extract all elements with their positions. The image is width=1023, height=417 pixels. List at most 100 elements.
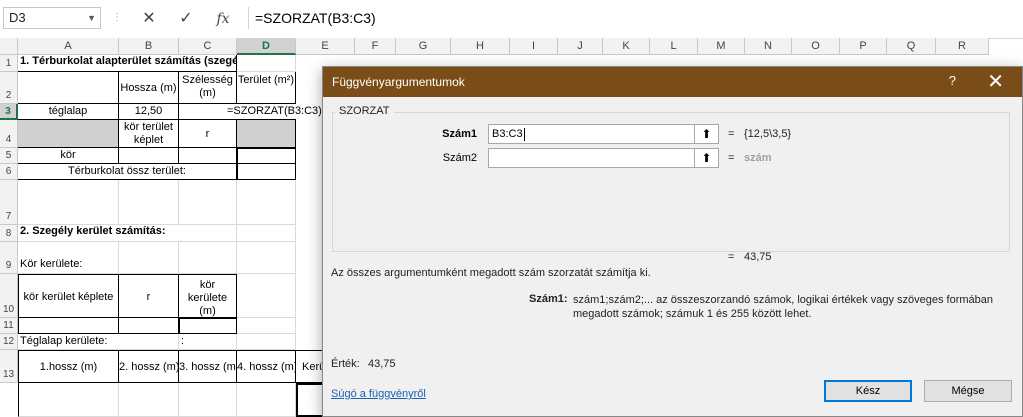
cell-a2[interactable] <box>18 72 119 104</box>
column-header-g[interactable]: G <box>396 38 451 55</box>
row-header-6[interactable]: 6 <box>0 164 18 180</box>
column-header-q[interactable]: Q <box>887 38 936 55</box>
cell-b2[interactable]: Hossza (m) <box>119 72 179 104</box>
cell-d9[interactable] <box>237 242 296 274</box>
row-header-3[interactable]: 3 <box>0 104 18 120</box>
cell-d1[interactable] <box>237 55 296 72</box>
cell-b4[interactable]: kör terület képlet <box>119 120 179 148</box>
cell-a9[interactable]: Kör kerülete: <box>18 242 119 274</box>
cell-c12[interactable]: : <box>179 334 237 350</box>
cell-c14[interactable] <box>179 383 237 417</box>
row-header-9[interactable]: 9 <box>0 242 18 274</box>
cell-a4[interactable] <box>18 120 119 148</box>
insert-function-icon[interactable]: fx <box>210 8 236 30</box>
cell-d2[interactable]: Terület (m²) <box>237 72 296 104</box>
arg1-collapse-icon[interactable]: ⬆ <box>695 124 719 144</box>
column-header-d[interactable]: D <box>237 38 296 55</box>
cell-d7[interactable] <box>237 180 296 225</box>
column-header-a[interactable]: A <box>18 38 119 55</box>
cell-d6[interactable] <box>237 164 296 180</box>
arg1-input[interactable]: B3:C3 <box>488 124 695 144</box>
cell-a8[interactable]: 2. Szegély kerület számítás: <box>18 225 237 242</box>
cell-c13[interactable]: 3. hossz (m) <box>179 350 237 383</box>
cell-c2[interactable]: Szélesség (m) <box>179 72 237 104</box>
column-header-e[interactable]: E <box>296 38 355 55</box>
cell-a13[interactable]: 1.hossz (m) <box>18 350 119 383</box>
cell-d4[interactable] <box>237 120 296 148</box>
cell-a7[interactable] <box>18 180 119 225</box>
cancel-icon[interactable]: ✕ <box>136 8 162 30</box>
cell-c5[interactable] <box>179 148 237 164</box>
enter-icon[interactable]: ✓ <box>173 8 199 30</box>
help-link[interactable]: Súgó a függvényről <box>331 388 426 400</box>
column-header-b[interactable]: B <box>119 38 179 55</box>
cell-b7[interactable] <box>119 180 179 225</box>
column-header-l[interactable]: L <box>650 38 698 55</box>
select-all-corner[interactable] <box>0 38 18 55</box>
cell-b10[interactable]: r <box>119 274 179 318</box>
formula-result: 43,75 <box>744 251 772 263</box>
cell-b11[interactable] <box>119 318 179 334</box>
column-header-k[interactable]: K <box>603 38 650 55</box>
column-header-n[interactable]: N <box>745 38 792 55</box>
cell-d8[interactable] <box>237 225 296 242</box>
cell-a12[interactable]: Téglalap kerülete: <box>18 334 179 350</box>
cell-b5[interactable] <box>119 148 179 164</box>
cell-a11[interactable] <box>18 318 119 334</box>
column-header-c[interactable]: C <box>179 38 237 55</box>
row-header-7[interactable]: 7 <box>0 180 18 225</box>
help-icon[interactable]: ? <box>949 73 956 88</box>
cell-a3[interactable]: téglalap <box>18 104 119 120</box>
row-header-4[interactable]: 4 <box>0 120 18 148</box>
cell-d14[interactable] <box>237 383 296 417</box>
cell-b13[interactable]: 2. hossz (m) <box>119 350 179 383</box>
column-header-j[interactable]: J <box>558 38 603 55</box>
column-header-r[interactable]: R <box>936 38 989 55</box>
row-header-2[interactable]: 2 <box>0 72 18 104</box>
cell-d10[interactable] <box>237 274 296 318</box>
cell-d3-formula: =SZORZAT(B3:C3) <box>227 104 322 119</box>
cell-a14[interactable] <box>18 383 119 417</box>
cell-d12[interactable] <box>237 334 296 350</box>
formula-input[interactable]: =SZORZAT(B3:C3) <box>248 7 1023 29</box>
row-header-8[interactable]: 8 <box>0 225 18 242</box>
row-header-13[interactable]: 13 <box>0 350 18 383</box>
name-box[interactable]: D3 ▼ <box>3 7 101 29</box>
row-header-5[interactable]: 5 <box>0 148 18 164</box>
column-header-i[interactable]: I <box>510 38 558 55</box>
cell-b9[interactable] <box>119 242 179 274</box>
cell-c11[interactable] <box>179 318 237 334</box>
cell-a5[interactable]: kör <box>18 148 119 164</box>
cell-d13[interactable]: 4. hossz (m) <box>237 350 296 383</box>
cancel-button[interactable]: Mégse <box>924 380 1012 402</box>
cell-b3[interactable]: 12,50 <box>119 104 179 120</box>
cell-c9[interactable] <box>179 242 237 274</box>
cell-b14[interactable] <box>119 383 179 417</box>
column-header-o[interactable]: O <box>792 38 840 55</box>
cell-a1[interactable]: 1. Térburkolat alapterület számítás (sze… <box>18 55 237 72</box>
value-result: 43,75 <box>368 358 396 370</box>
cell-d11[interactable] <box>237 318 296 334</box>
arg1-result: {12,5\3,5} <box>744 128 792 140</box>
dialog-titlebar[interactable]: Függvényargumentumok ? ✕ <box>323 67 1022 97</box>
row-header-1[interactable]: 1 <box>0 55 18 72</box>
column-header-p[interactable]: P <box>840 38 887 55</box>
cell-a6[interactable]: Térburkolat össz terület: <box>18 164 237 180</box>
arg2-collapse-icon[interactable]: ⬆ <box>695 148 719 168</box>
column-header-m[interactable]: M <box>698 38 745 55</box>
row-header-11[interactable]: 11 <box>0 318 18 334</box>
cell-c10[interactable]: kör kerülete (m) <box>179 274 237 318</box>
ok-button[interactable]: Kész <box>824 380 912 402</box>
cell-d5[interactable] <box>237 148 296 164</box>
cell-d3[interactable]: =SZORZAT(B3:C3) <box>227 104 322 120</box>
cell-c4[interactable]: r <box>179 120 237 148</box>
cell-a10[interactable]: kör kerület képlete <box>18 274 119 318</box>
column-header-f[interactable]: F <box>355 38 396 55</box>
column-header-h[interactable]: H <box>451 38 510 55</box>
close-icon[interactable]: ✕ <box>987 69 1004 94</box>
chevron-down-icon[interactable]: ▼ <box>87 8 96 28</box>
cell-c7[interactable] <box>179 180 237 225</box>
arg2-input[interactable] <box>488 148 695 168</box>
row-header-12[interactable]: 12 <box>0 334 18 350</box>
row-header-10[interactable]: 10 <box>0 274 18 318</box>
